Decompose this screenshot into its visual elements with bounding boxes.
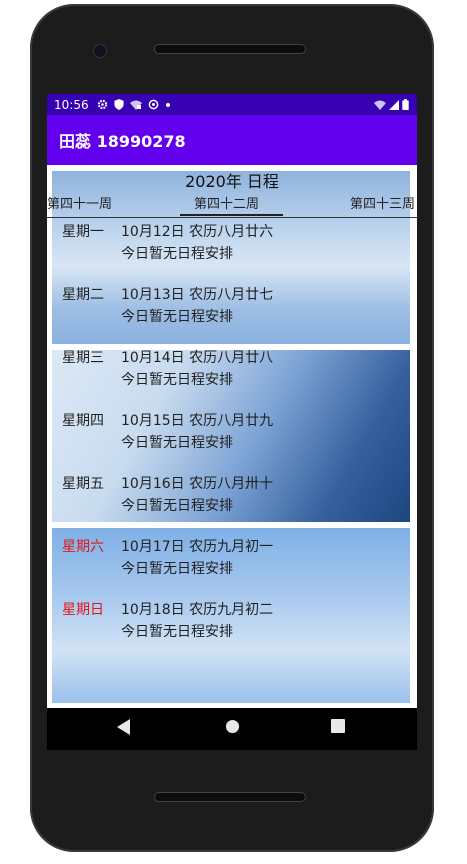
tab-prev-week[interactable]: 第四十一周 <box>47 193 112 212</box>
recents-icon[interactable] <box>331 719 345 733</box>
day-note: 今日暂无日程安排 <box>121 435 233 451</box>
front-camera <box>93 44 107 58</box>
screen: 10:56 田蕊 18990278 2020年 日程 第四十一周 第四十二周 第… <box>47 94 417 708</box>
tab-current-week[interactable]: 第四十二周 <box>194 193 259 212</box>
gear-icon <box>97 99 107 110</box>
day-row[interactable]: 星期二 10月13日 农历八月廿七 今日暂无日程安排 <box>47 284 417 334</box>
day-date: 10月15日 农历八月廿九 <box>121 413 274 429</box>
day-note: 今日暂无日程安排 <box>121 561 233 577</box>
dot-icon <box>165 102 170 107</box>
day-date: 10月13日 农历八月廿七 <box>121 287 274 303</box>
app-bar: 田蕊 18990278 <box>47 115 417 165</box>
day-date: 10月14日 农历八月廿八 <box>121 350 274 366</box>
day-note: 今日暂无日程安排 <box>121 372 233 388</box>
bottom-speaker <box>154 792 306 802</box>
day-weekday: 星期一 <box>62 224 104 240</box>
day-weekday: 星期二 <box>62 287 104 303</box>
tab-next-week[interactable]: 第四十三周 <box>350 193 415 212</box>
day-weekday: 星期六 <box>62 539 104 555</box>
day-note: 今日暂无日程安排 <box>121 624 233 640</box>
schedule-year-title: 2020年 日程 <box>185 172 279 191</box>
day-row[interactable]: 星期一 10月12日 农历八月廿六 今日暂无日程安排 <box>47 221 417 271</box>
day-row[interactable]: 星期三 10月14日 农历八月廿八 今日暂无日程安排 <box>47 347 417 397</box>
day-row[interactable]: 星期五 10月16日 农历八月卅十 今日暂无日程安排 <box>47 473 417 523</box>
system-nav-bar <box>47 708 417 750</box>
day-row[interactable]: 星期日 10月18日 农历九月初二 今日暂无日程安排 <box>47 599 417 649</box>
day-date: 10月18日 农历九月初二 <box>121 602 274 618</box>
app-title: 田蕊 18990278 <box>59 132 186 151</box>
top-speaker <box>154 44 306 54</box>
signal-icon <box>389 99 399 110</box>
home-icon[interactable] <box>225 719 240 734</box>
battery-icon <box>402 99 409 110</box>
back-icon[interactable] <box>117 719 131 735</box>
day-row[interactable]: 星期六 10月17日 农历九月初一 今日暂无日程安排 <box>47 536 417 586</box>
day-row[interactable]: 星期四 10月15日 农历八月廿九 今日暂无日程安排 <box>47 410 417 460</box>
day-date: 10月12日 农历八月廿六 <box>121 224 274 240</box>
wifi-icon <box>374 100 386 110</box>
day-weekday: 星期五 <box>62 476 104 492</box>
day-weekday: 星期四 <box>62 413 104 429</box>
week-tabs[interactable]: 第四十一周 第四十二周 第四十三周 <box>47 193 417 217</box>
day-note: 今日暂无日程安排 <box>121 498 233 514</box>
day-weekday: 星期三 <box>62 350 104 366</box>
schedule-view[interactable]: 2020年 日程 第四十一周 第四十二周 第四十三周 星期一 10月12日 农历… <box>47 165 417 708</box>
wifi-lock-icon <box>129 100 142 110</box>
day-date: 10月16日 农历八月卅十 <box>121 476 274 492</box>
day-note: 今日暂无日程安排 <box>121 309 233 325</box>
day-date: 10月17日 农历九月初一 <box>121 539 274 555</box>
shield-icon <box>114 99 124 110</box>
status-time: 10:56 <box>54 97 89 112</box>
day-weekday: 星期日 <box>62 602 104 618</box>
tab-indicator <box>180 214 283 216</box>
sync-icon <box>148 99 158 110</box>
day-note: 今日暂无日程安排 <box>121 246 233 262</box>
status-bar: 10:56 <box>47 94 417 115</box>
tab-divider <box>47 217 417 218</box>
